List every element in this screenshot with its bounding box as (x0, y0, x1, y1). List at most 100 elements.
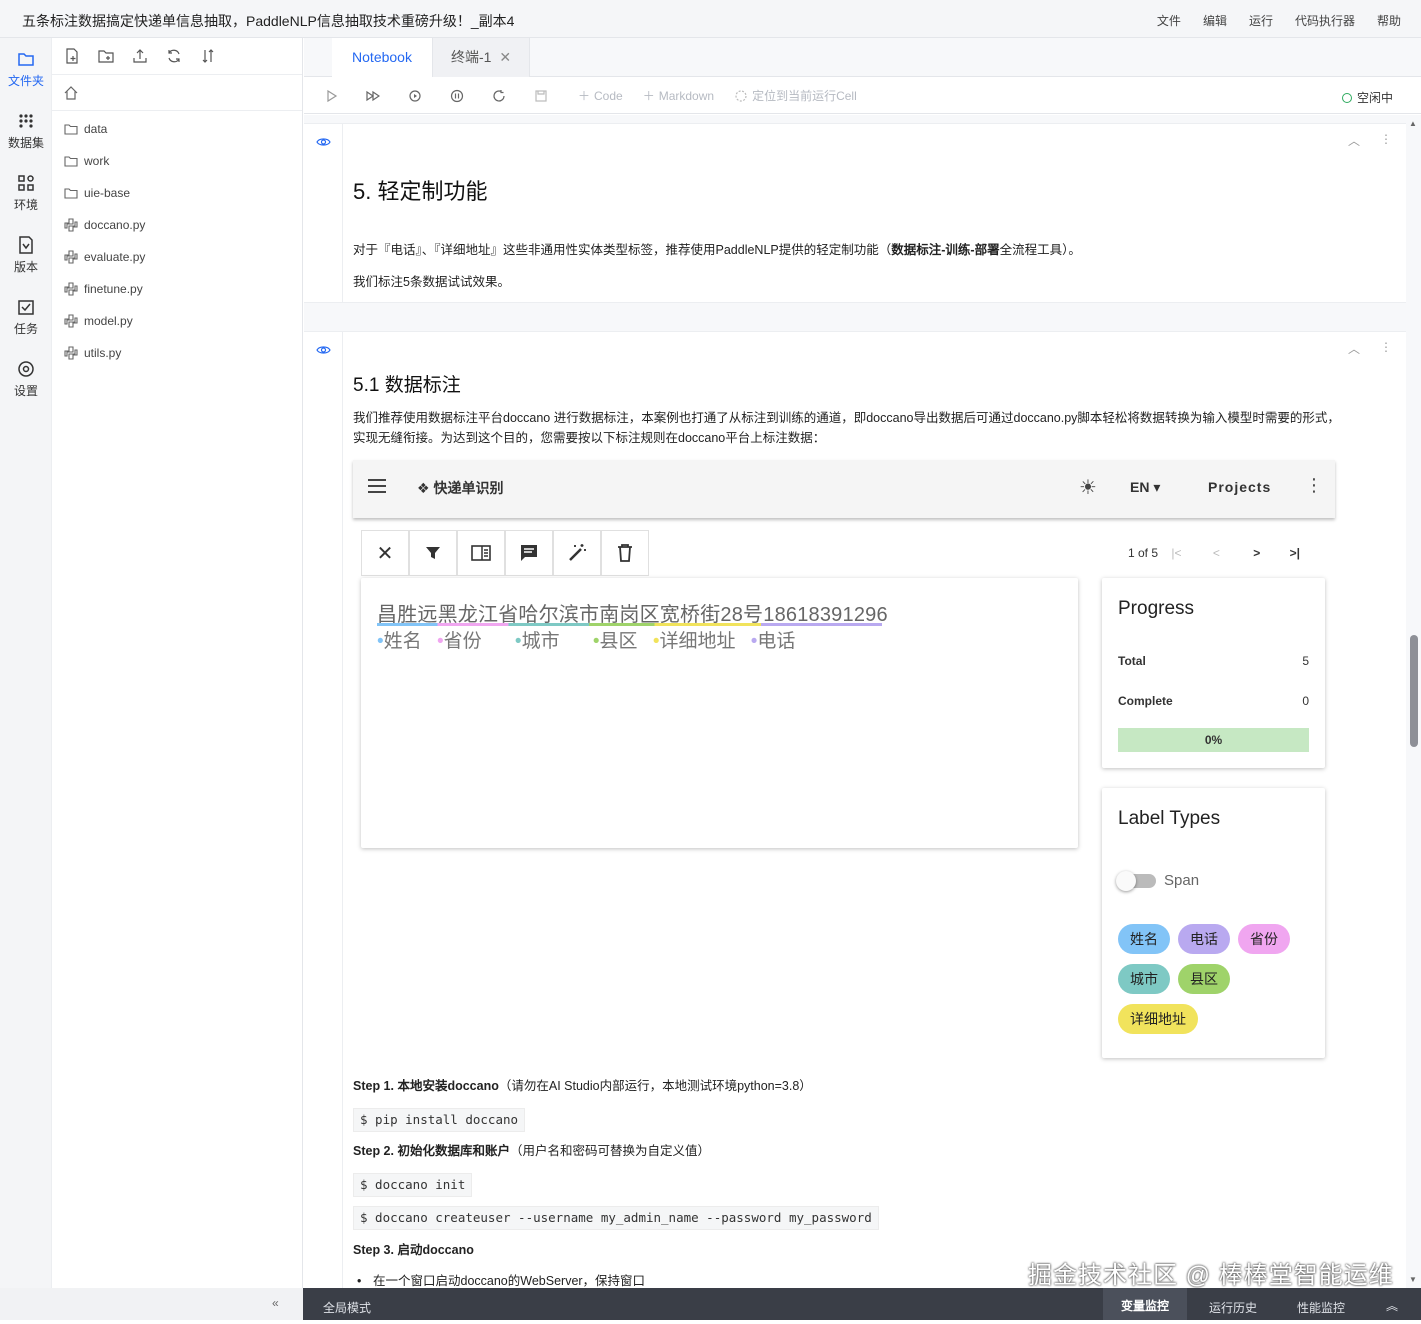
rail-label: 文件夹 (7, 74, 44, 88)
list-item[interactable]: evaluate.py (52, 241, 302, 273)
title-bar: 五条标注数据搞定快递单信息抽取，PaddleNLP信息抽取技术重磅升级！_副本4… (0, 0, 1421, 38)
folder-icon (64, 124, 78, 135)
total-value: 5 (1302, 654, 1309, 668)
menu-file[interactable]: 文件 (1157, 12, 1181, 29)
page-title: 5. 轻定制功能 (353, 179, 488, 204)
list-item[interactable]: finetune.py (52, 273, 302, 305)
upload-icon[interactable] (132, 48, 148, 64)
lang-label: EN (1130, 479, 1150, 495)
sidebar-footer: « (0, 1288, 303, 1320)
expand-up-icon[interactable]: ︽ (1386, 1297, 1398, 1314)
performance-monitor-tab[interactable]: 性能监控 (1297, 1299, 1345, 1316)
refresh-icon (493, 89, 505, 102)
collapse-icon[interactable]: « (272, 1296, 279, 1310)
add-markdown-button[interactable]: ＋ Markdown (643, 87, 714, 104)
scroll-down-icon[interactable]: ▼ (1409, 1275, 1417, 1284)
text: 对于『电话』、『详细地址』这些非通用性实体类型标签，推荐使用PaddleNLP提… (353, 243, 892, 257)
menu-run[interactable]: 运行 (1249, 12, 1273, 29)
projects-link: Projects (1208, 479, 1272, 495)
restart-button[interactable] (492, 89, 506, 103)
python-file-icon (64, 314, 78, 328)
locate-cell-button[interactable]: 定位到当前运行Cell (734, 87, 857, 104)
chip-address: 详细地址 (1118, 1004, 1198, 1034)
cell-gutter (304, 332, 343, 1288)
breadcrumb (52, 75, 302, 111)
chevron-up-icon[interactable]: ︿ (1348, 132, 1360, 149)
variable-monitor-tab[interactable]: 变量监控 (1103, 1288, 1187, 1320)
run-history-tab[interactable]: 运行历史 (1209, 1299, 1257, 1316)
tab-terminal[interactable]: 终端-1 ✕ (432, 38, 531, 77)
interrupt-button[interactable] (450, 89, 464, 103)
home-icon[interactable] (64, 85, 78, 100)
scrollbar-thumb[interactable] (1410, 635, 1418, 747)
run-from-button[interactable] (408, 89, 422, 103)
markdown-cell[interactable]: ︿ ⋮ 5.1 数据标注 我们推荐使用数据标注平台doccano 进行数据标注，本… (304, 331, 1406, 1288)
list-item[interactable]: model.py (52, 305, 302, 337)
menu-help[interactable]: 帮助 (1377, 12, 1401, 29)
list-item[interactable]: data (52, 113, 302, 145)
list-item[interactable]: uie-base (52, 177, 302, 209)
more-icon[interactable]: ⋮ (1380, 340, 1392, 357)
chevron-up-icon[interactable]: ︿ (1348, 340, 1360, 357)
notebook-content[interactable]: ︿ ⋮ 5. 轻定制功能 对于『电话』、『详细地址』这些非通用性实体类型标签，推荐… (304, 115, 1406, 1288)
language-select: EN ▾ (1130, 479, 1161, 495)
play-icon (327, 89, 338, 102)
total-label: Total (1118, 654, 1146, 668)
scrollbar[interactable]: ▲ ▼ (1406, 115, 1421, 1288)
run-cell-button[interactable] (324, 89, 338, 103)
rail-label: 设置 (13, 384, 38, 398)
hub-icon: ❖ (417, 480, 434, 496)
complete-label: Complete (1118, 694, 1173, 708)
menu-edit[interactable]: 编辑 (1203, 12, 1227, 29)
tab-notebook[interactable]: Notebook (332, 38, 432, 77)
list-item[interactable]: doccano.py (52, 209, 302, 241)
file-name: evaluate.py (84, 250, 146, 264)
eye-icon[interactable] (316, 136, 331, 148)
progress-card: Progress Total 5 Complete 0 0% (1102, 578, 1325, 768)
rail-task[interactable]: 任务 (0, 298, 52, 337)
new-folder-icon[interactable] (98, 48, 114, 64)
progress-bar: 0% (1118, 728, 1309, 752)
folder-icon (64, 188, 78, 199)
python-file-icon (64, 346, 78, 360)
menu-icon (368, 479, 386, 493)
text: 在一个窗口启动doccano的WebServer，保持窗口 (373, 1274, 646, 1288)
section-title: 5.1 数据标注 (353, 375, 461, 396)
close-icon[interactable]: ✕ (499, 49, 511, 65)
inline-code: $ doccano createuser --username my_admin… (353, 1206, 879, 1230)
more-icon[interactable]: ⋮ (1380, 132, 1392, 149)
prev-page-icon: < (1212, 546, 1220, 560)
run-all-button[interactable] (366, 89, 380, 103)
text: （用户名和密码可替换为自定义值） (509, 1144, 710, 1158)
notebook-toolbar: ＋ Code ＋ Markdown 定位到当前运行Cell 空闲中 (304, 78, 1421, 114)
markdown-cell[interactable]: ︿ ⋮ 5. 轻定制功能 对于『电话』、『详细地址』这些非通用性实体类型标签，推荐… (304, 123, 1406, 303)
sort-icon[interactable] (200, 48, 216, 64)
bold-text: Step 1. 本地安装doccano (353, 1079, 499, 1093)
save-button[interactable] (534, 89, 548, 103)
menu-kernel[interactable]: 代码执行器 (1295, 12, 1355, 29)
pause-icon (450, 89, 464, 102)
paragraph: Step 1. 本地安装doccano（请勿在AI Studio内部运行，本地测… (353, 1076, 1346, 1096)
new-file-icon[interactable] (64, 48, 80, 64)
complete-value: 0 (1302, 694, 1309, 708)
status-bar: « 全局模式 变量监控 运行历史 性能监控 ︽ (0, 1288, 1421, 1320)
list-item[interactable]: work (52, 145, 302, 177)
refresh-icon[interactable] (166, 48, 182, 64)
layout-icon (457, 530, 505, 576)
cell-gutter (304, 124, 343, 302)
scroll-up-icon[interactable]: ▲ (1409, 119, 1417, 128)
rail-version[interactable]: 版本 (0, 236, 52, 275)
bold-text: Step 2. 初始化数据库和账户 (353, 1144, 510, 1158)
text: 全流程工具）。 (999, 243, 1081, 257)
rail-env[interactable]: 环境 (0, 174, 52, 213)
rail-settings[interactable]: 设置 (0, 360, 52, 399)
rail-dataset[interactable]: 数据集 (0, 112, 52, 151)
eye-icon[interactable] (316, 344, 331, 356)
comment-icon (505, 530, 553, 576)
add-code-button[interactable]: ＋ Code (578, 87, 623, 104)
file-name: data (84, 122, 108, 136)
rail-files[interactable]: 文件夹 (0, 50, 52, 89)
global-mode-button[interactable]: 全局模式 (323, 1299, 371, 1316)
progress-title: Progress (1118, 598, 1195, 619)
list-item[interactable]: utils.py (52, 337, 302, 369)
